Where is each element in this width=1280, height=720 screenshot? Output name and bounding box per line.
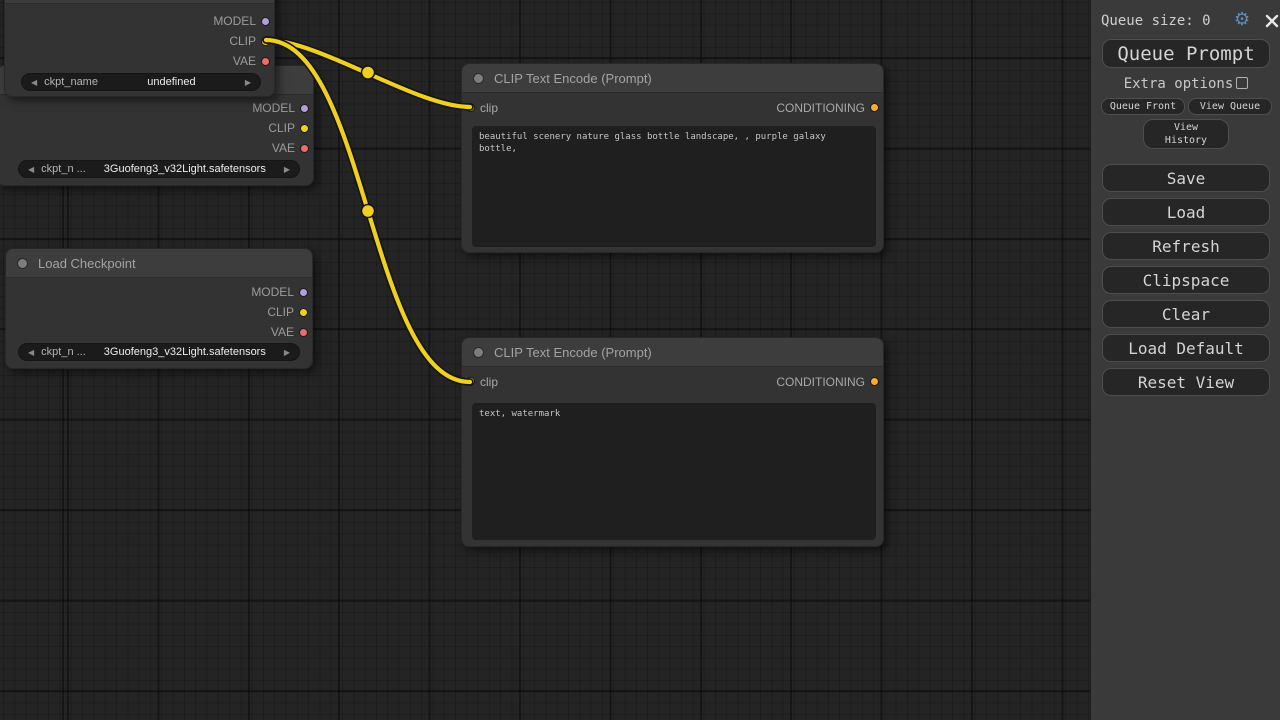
- node-title-text: CLIP Text Encode (Prompt): [494, 71, 652, 86]
- ckpt-name-widget[interactable]: ◀ ckpt_name undefined ▶: [21, 73, 261, 91]
- wire-midpoint-dot: [362, 205, 375, 218]
- output-slot-vae: VAE: [0, 138, 313, 158]
- reset-view-button[interactable]: Reset View: [1102, 368, 1270, 396]
- widget-name: ckpt_name: [44, 76, 98, 88]
- view-queue-button[interactable]: View Queue: [1188, 98, 1272, 115]
- slot-label: CLIP: [229, 34, 256, 48]
- clip-slot-dot[interactable]: [299, 308, 308, 317]
- slot-label: VAE: [271, 325, 294, 339]
- comfy-menu: Queue size: 0 ⚙ Queue Prompt Extra optio…: [1090, 0, 1280, 720]
- comfyui-app: MODEL CLIP VAE ◀ ckpt_n ... 3Guofeng3_v3…: [0, 0, 1280, 720]
- output-slot-model: MODEL: [0, 98, 313, 118]
- node-graph-canvas[interactable]: MODEL CLIP VAE ◀ ckpt_n ... 3Guofeng3_v3…: [0, 0, 1090, 720]
- io-row: clip CONDITIONING: [462, 367, 883, 396]
- conditioning-output-dot[interactable]: [870, 103, 879, 112]
- output-slot-clip: CLIP: [0, 118, 313, 138]
- node-checkpoint-top[interactable]: MODEL CLIP VAE ◀ ckpt_name undefined ▶: [4, 0, 275, 97]
- refresh-button[interactable]: Refresh: [1102, 232, 1270, 260]
- slot-label: MODEL: [252, 101, 295, 115]
- view-history-line2: History: [1165, 134, 1207, 147]
- slot-label: CLIP: [267, 305, 294, 319]
- extra-options-checkbox[interactable]: [1236, 77, 1248, 89]
- vae-slot-dot[interactable]: [300, 144, 309, 153]
- collapse-dot-icon[interactable]: [473, 73, 484, 84]
- clip-slot-dot[interactable]: [300, 124, 309, 133]
- prompt-textarea[interactable]: text, watermark: [472, 403, 876, 540]
- widget-name: ckpt_n ...: [41, 163, 86, 175]
- clipspace-button[interactable]: Clipspace: [1102, 266, 1270, 294]
- node-titlebar[interactable]: CLIP Text Encode (Prompt): [462, 338, 883, 367]
- output-slot-vae: VAE: [6, 322, 312, 342]
- output-slot-clip: CLIP: [5, 31, 274, 51]
- slot-label: VAE: [272, 141, 295, 155]
- widget-prev-icon[interactable]: ◀: [28, 165, 34, 174]
- collapse-dot-icon[interactable]: [473, 347, 484, 358]
- wire-midpoint-dot: [362, 66, 375, 79]
- slot-label: VAE: [233, 54, 256, 68]
- load-default-button[interactable]: Load Default: [1102, 334, 1270, 362]
- prompt-textarea[interactable]: beautiful scenery nature glass bottle la…: [472, 126, 876, 247]
- menu-header[interactable]: Queue size: 0 ⚙: [1101, 10, 1273, 32]
- io-row: clip CONDITIONING: [462, 93, 883, 122]
- widget-prev-icon[interactable]: ◀: [31, 78, 37, 87]
- model-slot-dot[interactable]: [261, 17, 270, 26]
- queue-size-label: Queue size: 0: [1101, 13, 1211, 29]
- clip-input-dot[interactable]: [466, 103, 475, 112]
- widget-value: 3Guofeng3_v32Light.safetensors: [86, 163, 284, 175]
- collapse-dot-icon[interactable]: [17, 258, 28, 269]
- queue-front-button[interactable]: Queue Front: [1101, 98, 1185, 115]
- node-titlebar[interactable]: Load Checkpoint: [6, 249, 312, 278]
- widget-value: undefined: [98, 76, 245, 88]
- model-slot-dot[interactable]: [300, 104, 309, 113]
- save-button[interactable]: Save: [1102, 164, 1270, 192]
- node-load-checkpoint[interactable]: Load Checkpoint MODEL CLIP VAE ◀ ckpt_n: [5, 248, 313, 369]
- input-label: clip: [480, 375, 498, 389]
- queue-prompt-button[interactable]: Queue Prompt: [1102, 39, 1270, 68]
- settings-gear-icon[interactable]: ⚙: [1234, 9, 1250, 31]
- view-history-line1: View: [1174, 121, 1198, 134]
- clear-button[interactable]: Clear: [1102, 300, 1270, 328]
- slot-label: MODEL: [213, 14, 256, 28]
- widget-next-icon[interactable]: ▶: [284, 165, 290, 174]
- output-slot-model: MODEL: [6, 282, 312, 302]
- slot-label: CLIP: [268, 121, 295, 135]
- vae-slot-dot[interactable]: [261, 57, 270, 66]
- widget-value: 3Guofeng3_v32Light.safetensors: [86, 346, 284, 358]
- node-title-text: CLIP Text Encode (Prompt): [494, 345, 652, 360]
- clip-input-dot[interactable]: [466, 377, 475, 386]
- widget-next-icon[interactable]: ▶: [245, 78, 251, 87]
- node-clip-text-encode-1[interactable]: CLIP Text Encode (Prompt) clip CONDITION…: [461, 63, 884, 253]
- widget-prev-icon[interactable]: ◀: [28, 348, 34, 357]
- slot-label: MODEL: [251, 285, 294, 299]
- ckpt-name-widget[interactable]: ◀ ckpt_n ... 3Guofeng3_v32Light.safetens…: [18, 343, 300, 361]
- output-slot-vae: VAE: [5, 51, 274, 71]
- view-history-button[interactable]: View History: [1143, 119, 1229, 149]
- output-label: CONDITIONING: [776, 375, 865, 389]
- output-label: CONDITIONING: [776, 101, 865, 115]
- output-slot-clip: CLIP: [6, 302, 312, 322]
- close-icon[interactable]: [1265, 14, 1279, 28]
- extra-options-row: Extra options: [1091, 76, 1280, 92]
- widget-next-icon[interactable]: ▶: [284, 348, 290, 357]
- load-button[interactable]: Load: [1102, 198, 1270, 226]
- conditioning-output-dot[interactable]: [870, 377, 879, 386]
- ckpt-name-widget[interactable]: ◀ ckpt_n ... 3Guofeng3_v32Light.safetens…: [18, 160, 300, 178]
- input-label: clip: [480, 101, 498, 115]
- extra-options-label: Extra options: [1124, 76, 1234, 92]
- node-title-text: Load Checkpoint: [38, 256, 136, 271]
- vae-slot-dot[interactable]: [299, 328, 308, 337]
- clip-slot-dot[interactable]: [261, 37, 270, 46]
- output-slot-model: MODEL: [5, 11, 274, 31]
- node-titlebar[interactable]: CLIP Text Encode (Prompt): [462, 64, 883, 93]
- node-clip-text-encode-2[interactable]: CLIP Text Encode (Prompt) clip CONDITION…: [461, 337, 884, 547]
- widget-name: ckpt_n ...: [41, 346, 86, 358]
- model-slot-dot[interactable]: [299, 288, 308, 297]
